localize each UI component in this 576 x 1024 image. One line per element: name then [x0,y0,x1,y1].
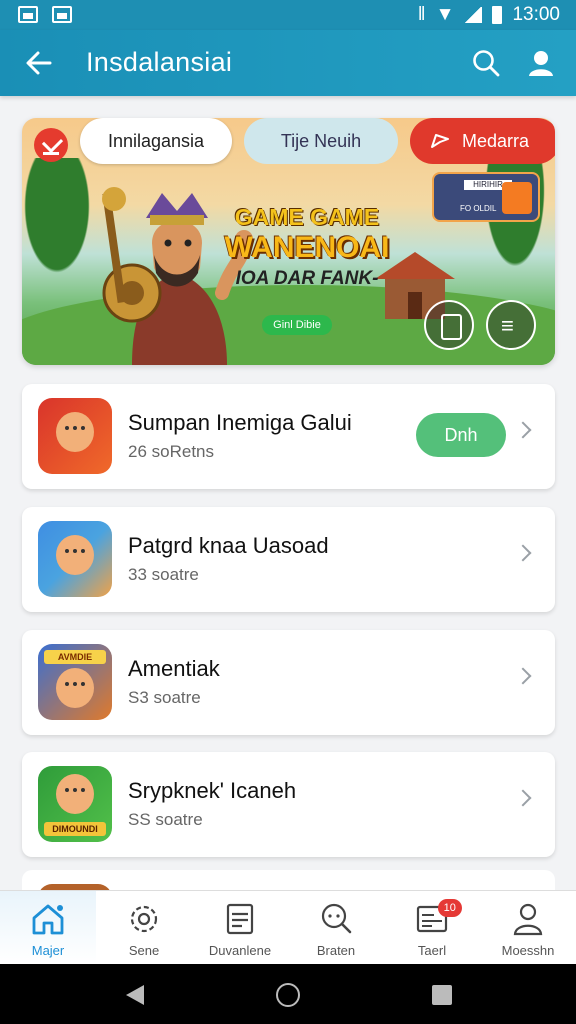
back-arrow-icon[interactable] [24,48,54,78]
system-back-icon[interactable] [126,985,144,1005]
chevron-right-icon[interactable] [514,789,532,807]
app-icon: AVMDIE [38,644,112,720]
nav-item-profile[interactable]: Moesshn [480,891,576,964]
promo-banner[interactable]: Innilagansia Tije Neuih Medarra GAME GAM… [22,118,555,365]
character-face-icon [56,412,94,452]
app-meta: 33 soatre [128,565,199,584]
search-chat-icon [321,903,352,934]
app-icon-tag: AVMDIE [44,650,106,664]
banner-tab-3[interactable]: Medarra [410,118,555,164]
banner-tab-3-label: Medarra [462,130,530,151]
app-meta: SS soatre [128,810,203,829]
app-name: Patgrd knaa Uasoad [128,533,329,558]
chevron-right-icon[interactable] [514,421,532,439]
install-button[interactable]: Dnh [416,413,506,457]
promo-line-1: GAME GAME [234,204,380,230]
character-face-icon [56,774,94,814]
home-icon [32,904,64,935]
list-icon [226,903,254,935]
app-name: Amentiak [128,656,220,681]
share-icon [431,134,449,148]
character-face-icon [56,668,94,708]
system-recents-icon[interactable] [432,985,452,1005]
promo-line-2: WANENOAI [224,231,390,264]
nav-label: Sene [128,943,160,958]
mini-card-subtitle: FO OLDIL [460,204,497,213]
download-badge-icon[interactable] [34,128,68,162]
mini-game-card[interactable]: HIRIHIR FO OLDIL [432,172,540,222]
menu-glyph-icon: ≡ [501,313,514,338]
banner-tab-2[interactable]: Tije Neuih [244,118,398,164]
list-item[interactable]: AVMDIE Amentiak S3 soatre [22,630,555,735]
app-name: Sumpan Inemiga Galui [128,410,352,435]
nav-item-home[interactable]: Majer [0,891,96,964]
app-icon: DIMOUNDI [38,766,112,842]
nav-item-browse[interactable]: Braten [288,891,384,964]
menu-button[interactable]: ≡ [486,300,536,350]
nav-item-downloads[interactable]: Duvanlene [192,891,288,964]
status-time: 13:00 [512,4,560,25]
banner-tab-1[interactable]: Innilagansia [80,118,232,164]
page-title: Insdalansiai [86,47,233,77]
notification-icon [18,6,38,23]
copy-button[interactable] [424,300,474,350]
app-icon-tag: DIMOUNDI [44,822,106,836]
profile-icon [513,903,543,936]
nav-item-inbox[interactable]: 10 Taerl [384,891,480,964]
app-bar: Insdalansiai [0,30,576,96]
app-name: Srypknek' Icaneh [128,778,297,803]
list-item[interactable]: DIMOUNDI Srypknek' Icaneh SS soatre [22,752,555,857]
list-item[interactable]: Patgrd knaa Uasoad 33 soatre [22,507,555,612]
gallery-icon [52,6,72,23]
signal-icon [464,7,483,23]
gear-icon [130,905,158,933]
system-navigation-bar [0,964,576,1024]
battery-icon [492,6,503,24]
wifi-icon: ▼ [435,4,455,25]
status-right: ‖ ▼ 13:00 [418,4,560,26]
promo-title: GAME GAME WANENOAI IOA DAR FANK- [222,204,392,289]
status-bar: ‖ ▼ 13:00 [0,0,576,30]
notification-badge: 10 [437,899,462,917]
system-home-icon[interactable] [276,983,300,1007]
nav-label: Moesshn [501,943,555,958]
vibrate-icon: ‖ [417,4,426,25]
app-icon [38,521,112,597]
nav-label: Majer [31,943,65,958]
chevron-right-icon[interactable] [514,544,532,562]
nav-label: Duvanlene [208,943,272,958]
promo-badge[interactable]: Ginl Dibie [262,315,332,335]
search-icon[interactable] [472,49,500,77]
app-meta: S3 soatre [128,688,201,707]
nav-label: Taerl [417,943,447,958]
list-item[interactable]: Sumpan Inemiga Galui 26 soRetns Dnh [22,384,555,489]
nav-label: Braten [316,943,356,958]
app-meta: 26 soRetns [128,442,214,461]
fruit-icon [502,182,532,214]
character-face-icon [56,535,94,575]
chevron-right-icon[interactable] [514,667,532,685]
app-icon [38,398,112,474]
promo-line-3: IOA DAR FANK- [235,268,379,289]
bottom-navigation: Majer Sene Duvanlene Braten 10 Taerl Moe… [0,890,576,964]
notification-icons [18,6,72,23]
account-icon[interactable] [526,48,556,78]
nav-item-settings[interactable]: Sene [96,891,192,964]
